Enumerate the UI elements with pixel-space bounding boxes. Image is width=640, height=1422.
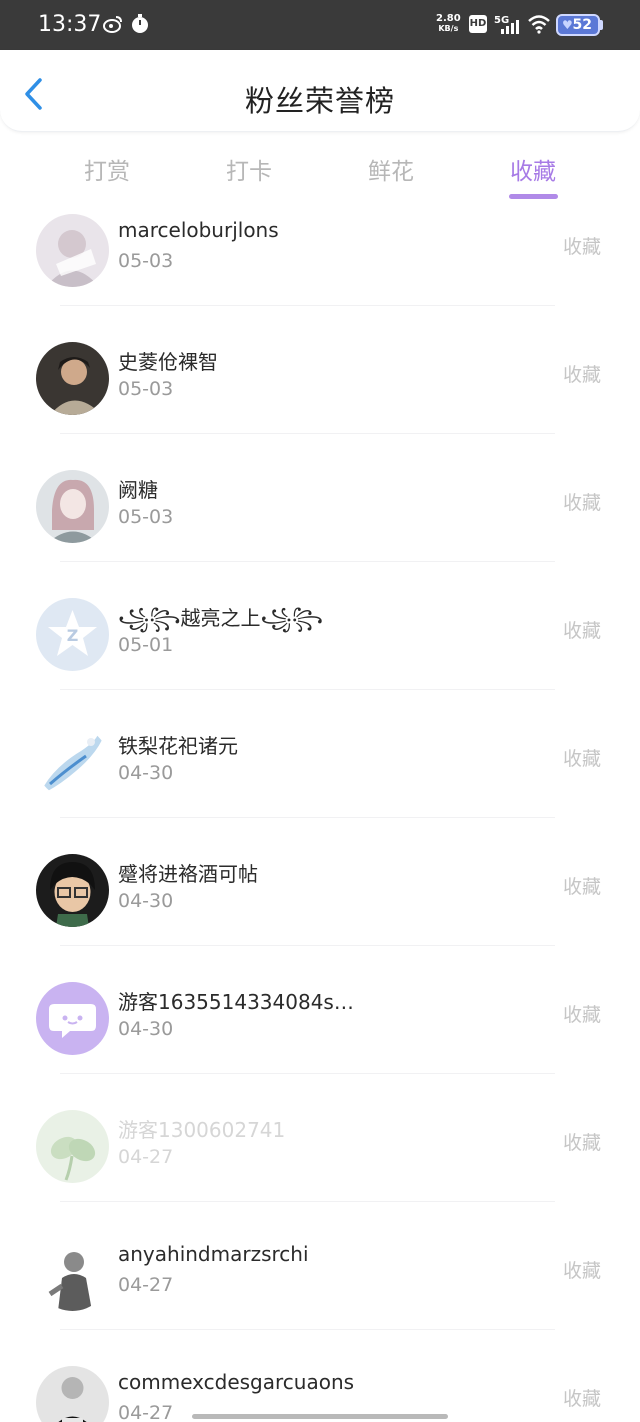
divider: [60, 1073, 555, 1074]
user-name: 游客1300602741: [118, 1118, 286, 1142]
svg-text:Z: Z: [67, 626, 79, 645]
favorite-label: 收藏: [563, 876, 602, 898]
list-item[interactable]: 蹙将进袼酒可帖 04-30 收藏: [0, 817, 640, 946]
favorite-label: 收藏: [563, 364, 602, 386]
favorite-date: 05-03: [118, 506, 174, 528]
divider: [60, 1329, 555, 1330]
list-item[interactable]: 游客1300602741 04-27 收藏: [0, 1073, 640, 1202]
divider: [60, 433, 555, 434]
favorite-label: 收藏: [563, 1004, 602, 1026]
list-item[interactable]: 游客1635514334084s… 04-30 收藏: [0, 945, 640, 1074]
timer-icon: [132, 14, 148, 33]
tab-flowers[interactable]: 鲜花: [341, 152, 441, 186]
wifi-icon: [528, 15, 550, 34]
battery-indicator: ♥ 52: [556, 14, 600, 36]
user-name: 史菱伧裸智: [118, 350, 218, 374]
status-time: 13:37: [38, 12, 102, 37]
list-item[interactable]: 史菱伧裸智 05-03 收藏: [0, 305, 640, 434]
tab-bar: 打赏 打卡 鲜花 收藏: [0, 142, 640, 202]
favorite-date: 04-30: [118, 890, 174, 912]
weibo-icon: [103, 16, 122, 33]
divider: [60, 1201, 555, 1202]
user-name: marceloburjlons: [118, 218, 279, 242]
hd-badge: HD: [469, 15, 487, 33]
favorite-label: 收藏: [563, 748, 602, 770]
divider: [60, 305, 555, 306]
user-name: 游客1635514334084s…: [118, 990, 354, 1014]
avatar[interactable]: [36, 342, 109, 415]
favorite-date: 04-27: [118, 1402, 174, 1422]
heart-icon: ♥: [562, 18, 573, 32]
divider: [60, 817, 555, 818]
favorite-date: 05-03: [118, 378, 174, 400]
favorite-label: 收藏: [563, 236, 602, 258]
user-name: 阙糖: [118, 478, 158, 502]
favorite-date: 05-01: [118, 634, 174, 656]
favorite-label: 收藏: [563, 1388, 602, 1410]
battery-level: 52: [572, 17, 592, 33]
battery-nub: [600, 20, 603, 30]
favorite-date: 04-30: [118, 762, 174, 784]
favorite-date: 04-27: [118, 1146, 174, 1168]
net-speed: 2.80 KB/s: [436, 14, 461, 34]
avatar[interactable]: [36, 1238, 109, 1311]
net-speed-value: 2.80: [436, 13, 461, 24]
divider: [60, 689, 555, 690]
fan-list: marceloburjlons 05-03 收藏 史菱伧裸智 05-03 收藏 …: [0, 214, 640, 1422]
user-name: commexcdesgarcuaons: [118, 1370, 355, 1394]
list-item[interactable]: 铁梨花祀诸元 04-30 收藏: [0, 689, 640, 818]
avatar[interactable]: [36, 214, 109, 287]
favorite-label: 收藏: [563, 1132, 602, 1154]
avatar[interactable]: [36, 1110, 109, 1183]
page-header: 粉丝荣誉榜: [0, 50, 640, 132]
default-avatar-icon: Z: [36, 598, 109, 671]
divider: [60, 561, 555, 562]
net-speed-unit: KB/s: [438, 24, 459, 33]
avatar[interactable]: [36, 470, 109, 543]
favorite-label: 收藏: [563, 620, 602, 642]
list-item[interactable]: commexcdesgarcuaons 04-27 收藏: [0, 1329, 640, 1422]
tab-favorites[interactable]: 收藏: [483, 152, 583, 186]
chat-bubble-icon: [36, 982, 109, 1055]
list-item[interactable]: anyahindmarzsrchi 04-27 收藏: [0, 1201, 640, 1330]
list-item[interactable]: marceloburjlons 05-03 收藏: [0, 214, 640, 306]
favorite-date: 05-03: [118, 250, 174, 272]
favorite-label: 收藏: [563, 1260, 602, 1282]
avatar[interactable]: [36, 726, 109, 799]
page-title: 粉丝荣誉榜: [244, 84, 395, 118]
list-item[interactable]: Z ꧁꧂越亮之上꧁꧂ 05-01 收藏: [0, 561, 640, 690]
tab-reward[interactable]: 打赏: [57, 152, 157, 186]
favorite-date: 04-27: [118, 1274, 174, 1296]
avatar[interactable]: [36, 1366, 109, 1422]
tab-checkin[interactable]: 打卡: [199, 152, 299, 186]
list-item[interactable]: 阙糖 05-03 收藏: [0, 433, 640, 562]
tab-active-indicator: [509, 194, 558, 199]
user-name: 铁梨花祀诸元: [118, 734, 238, 758]
divider: [60, 945, 555, 946]
home-indicator[interactable]: [192, 1414, 448, 1419]
signal-icon: 5G: [494, 15, 519, 34]
user-name: 蹙将进袼酒可帖: [118, 862, 258, 886]
avatar[interactable]: Z: [36, 598, 109, 671]
avatar[interactable]: [36, 982, 109, 1055]
avatar[interactable]: [36, 854, 109, 927]
network-type: 5G: [494, 15, 509, 26]
status-bar: 13:37 2.80 KB/s HD 5G ♥ 52: [0, 0, 640, 50]
user-name: anyahindmarzsrchi: [118, 1242, 309, 1266]
favorite-label: 收藏: [563, 492, 602, 514]
favorite-date: 04-30: [118, 1018, 174, 1040]
